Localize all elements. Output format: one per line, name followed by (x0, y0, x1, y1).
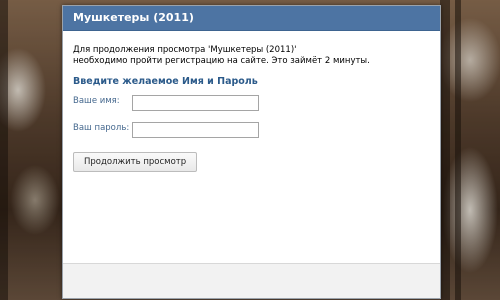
password-input[interactable] (132, 122, 259, 138)
dialog-footer (63, 263, 440, 298)
intro-text: Для продолжения просмотра 'Мушкетеры (20… (73, 45, 430, 67)
name-label: Ваше имя: (73, 96, 120, 106)
dialog-title: Мушкетеры (2011) (63, 6, 440, 31)
name-input[interactable] (132, 95, 259, 111)
password-label: Ваш пароль: (73, 123, 130, 133)
dialog-body: Для продолжения просмотра 'Мушкетеры (20… (63, 31, 440, 172)
registration-dialog: Мушкетеры (2011) Для продолжения просмот… (62, 5, 441, 299)
section-title: Введите желаемое Имя и Пароль (73, 76, 258, 87)
page: Мушкетеры (2011) Для продолжения просмот… (0, 0, 500, 300)
intro-line-1: Для продолжения просмотра 'Мушкетеры (20… (73, 45, 297, 55)
continue-watching-button[interactable]: Продолжить просмотр (73, 152, 198, 172)
name-row: Ваше имя: (73, 93, 430, 120)
intro-line-2: необходимо пройти регистрацию на сайте. … (73, 56, 370, 66)
password-row: Ваш пароль: (73, 120, 430, 147)
